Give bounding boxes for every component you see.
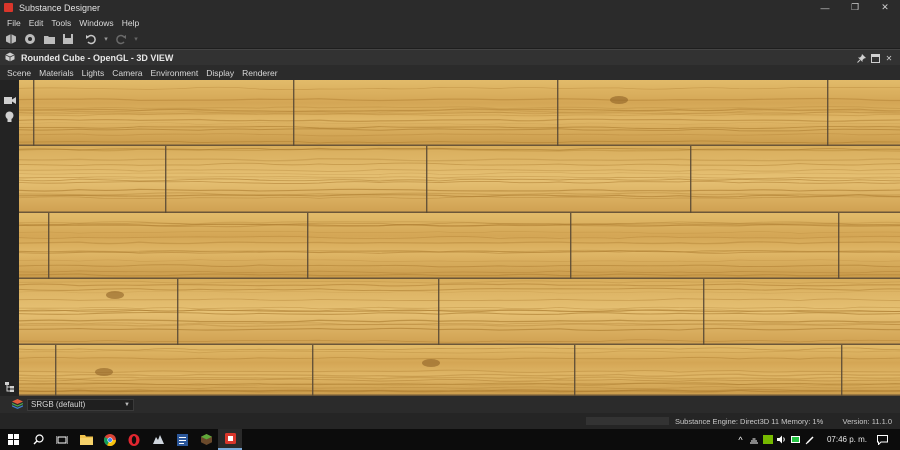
save-all-icon[interactable]: [60, 31, 76, 47]
window-controls: — ❐ ✕: [810, 0, 900, 15]
view-side-toolbar: [0, 80, 19, 396]
close-panel-icon[interactable]: ✕: [882, 52, 896, 64]
substance-designer-taskbar-icon[interactable]: [218, 429, 242, 450]
battery-icon[interactable]: [791, 434, 802, 445]
plank-joint: [690, 146, 692, 213]
plank-joint: [703, 279, 705, 345]
open-folder-icon[interactable]: [41, 31, 57, 47]
menu-tools[interactable]: Tools: [47, 18, 75, 28]
cube-icon: [5, 52, 15, 64]
view-menu-materials[interactable]: Materials: [35, 68, 77, 78]
plank-seam: [19, 343, 900, 345]
plank-joint: [570, 213, 572, 279]
title-bar: Substance Designer — ❐ ✕: [0, 0, 900, 15]
file-explorer-icon[interactable]: [74, 429, 98, 450]
view-header: Rounded Cube - OpenGL - 3D VIEW ✕: [0, 49, 900, 65]
view-menu-scene[interactable]: Scene: [3, 68, 35, 78]
layers-icon: [11, 398, 24, 411]
view-title: Rounded Cube - OpenGL - 3D VIEW: [21, 52, 174, 63]
hierarchy-icon[interactable]: [3, 380, 16, 393]
app-logo-icon: [4, 3, 13, 12]
color-space-select[interactable]: SRGB (default) ▼: [27, 398, 134, 411]
engine-status: Substance Engine: Direct3D 11 Memory: 1%: [675, 417, 824, 426]
nvidia-icon[interactable]: [763, 434, 774, 445]
pin-icon[interactable]: [854, 52, 868, 64]
plank-joint: [48, 213, 50, 279]
system-tray: ^ 07:46 p. m.: [735, 429, 900, 450]
close-button[interactable]: ✕: [870, 0, 900, 15]
plank-joint: [177, 279, 179, 345]
view-menu-camera[interactable]: Camera: [108, 68, 146, 78]
menu-file[interactable]: File: [3, 18, 25, 28]
wood-knot: [106, 291, 124, 299]
plank-joint: [838, 213, 840, 279]
plank-seam: [19, 277, 900, 279]
redo-dropdown-icon[interactable]: ▾: [132, 31, 140, 47]
plank-joint: [574, 345, 576, 396]
redo-icon[interactable]: [113, 31, 129, 47]
new-substance-icon[interactable]: [22, 31, 38, 47]
plank-seam: [19, 144, 900, 146]
undo-icon[interactable]: [83, 31, 99, 47]
chevron-up-icon[interactable]: ^: [735, 434, 746, 445]
os-taskbar: ^ 07:46 p. m.: [0, 429, 900, 450]
status-progress-field: [586, 417, 669, 425]
plank-joint: [438, 279, 440, 345]
view-menu-renderer[interactable]: Renderer: [238, 68, 281, 78]
opera-icon[interactable]: [122, 429, 146, 450]
plank-joint: [165, 146, 167, 213]
task-view-icon[interactable]: [50, 429, 74, 450]
steam-icon[interactable]: [146, 429, 170, 450]
plank-joint: [557, 80, 559, 146]
menu-windows[interactable]: Windows: [75, 18, 117, 28]
plank-joint: [55, 345, 57, 396]
wood-knot: [422, 359, 440, 367]
window-title: Substance Designer: [19, 2, 101, 13]
plank-joint: [312, 345, 314, 396]
plank-joint: [827, 80, 829, 146]
plank-seam: [19, 211, 900, 213]
view-menu-bar: Scene Materials Lights Camera Environmen…: [0, 65, 900, 80]
word-icon[interactable]: [170, 429, 194, 450]
main-toolbar: ▾ ▾: [0, 30, 900, 48]
chevron-down-icon: ▼: [124, 401, 130, 408]
view-footer: SRGB (default) ▼: [0, 396, 900, 413]
volume-icon[interactable]: [777, 434, 788, 445]
version-label: Version: 11.1.0: [842, 417, 892, 426]
wood-knot: [610, 96, 628, 104]
color-space-value: SRGB (default): [31, 400, 86, 409]
windows-start-icon[interactable]: [0, 429, 26, 450]
notifications-icon[interactable]: [877, 434, 888, 445]
pen-icon[interactable]: [805, 434, 816, 445]
plank-joint: [33, 80, 35, 146]
3d-viewport-canvas[interactable]: [19, 80, 900, 396]
light-bulb-icon[interactable]: [3, 110, 16, 123]
undo-dropdown-icon[interactable]: ▾: [102, 31, 110, 47]
plank-joint: [293, 80, 295, 146]
view-menu-lights[interactable]: Lights: [78, 68, 109, 78]
menu-edit[interactable]: Edit: [25, 18, 48, 28]
camera-icon[interactable]: [3, 94, 16, 107]
plank-joint: [307, 213, 309, 279]
minimize-button[interactable]: —: [810, 0, 840, 15]
minecraft-icon[interactable]: [194, 429, 218, 450]
wood-planks-texture: [19, 80, 900, 396]
wood-knot: [95, 368, 113, 376]
plank-joint: [426, 146, 428, 213]
status-bar: Substance Engine: Direct3D 11 Memory: 1%…: [0, 413, 900, 429]
network-icon[interactable]: [749, 434, 760, 445]
new-graph-icon[interactable]: [3, 31, 19, 47]
menu-help[interactable]: Help: [118, 18, 143, 28]
menu-bar: File Edit Tools Windows Help: [0, 15, 900, 30]
system-clock[interactable]: 07:46 p. m.: [827, 435, 867, 444]
view-menu-display[interactable]: Display: [202, 68, 238, 78]
chrome-icon[interactable]: [98, 429, 122, 450]
search-icon[interactable]: [26, 429, 50, 450]
maximize-button[interactable]: ❐: [840, 0, 870, 15]
view-menu-environment[interactable]: Environment: [147, 68, 203, 78]
float-panel-icon[interactable]: [868, 52, 882, 64]
plank-joint: [841, 345, 843, 396]
